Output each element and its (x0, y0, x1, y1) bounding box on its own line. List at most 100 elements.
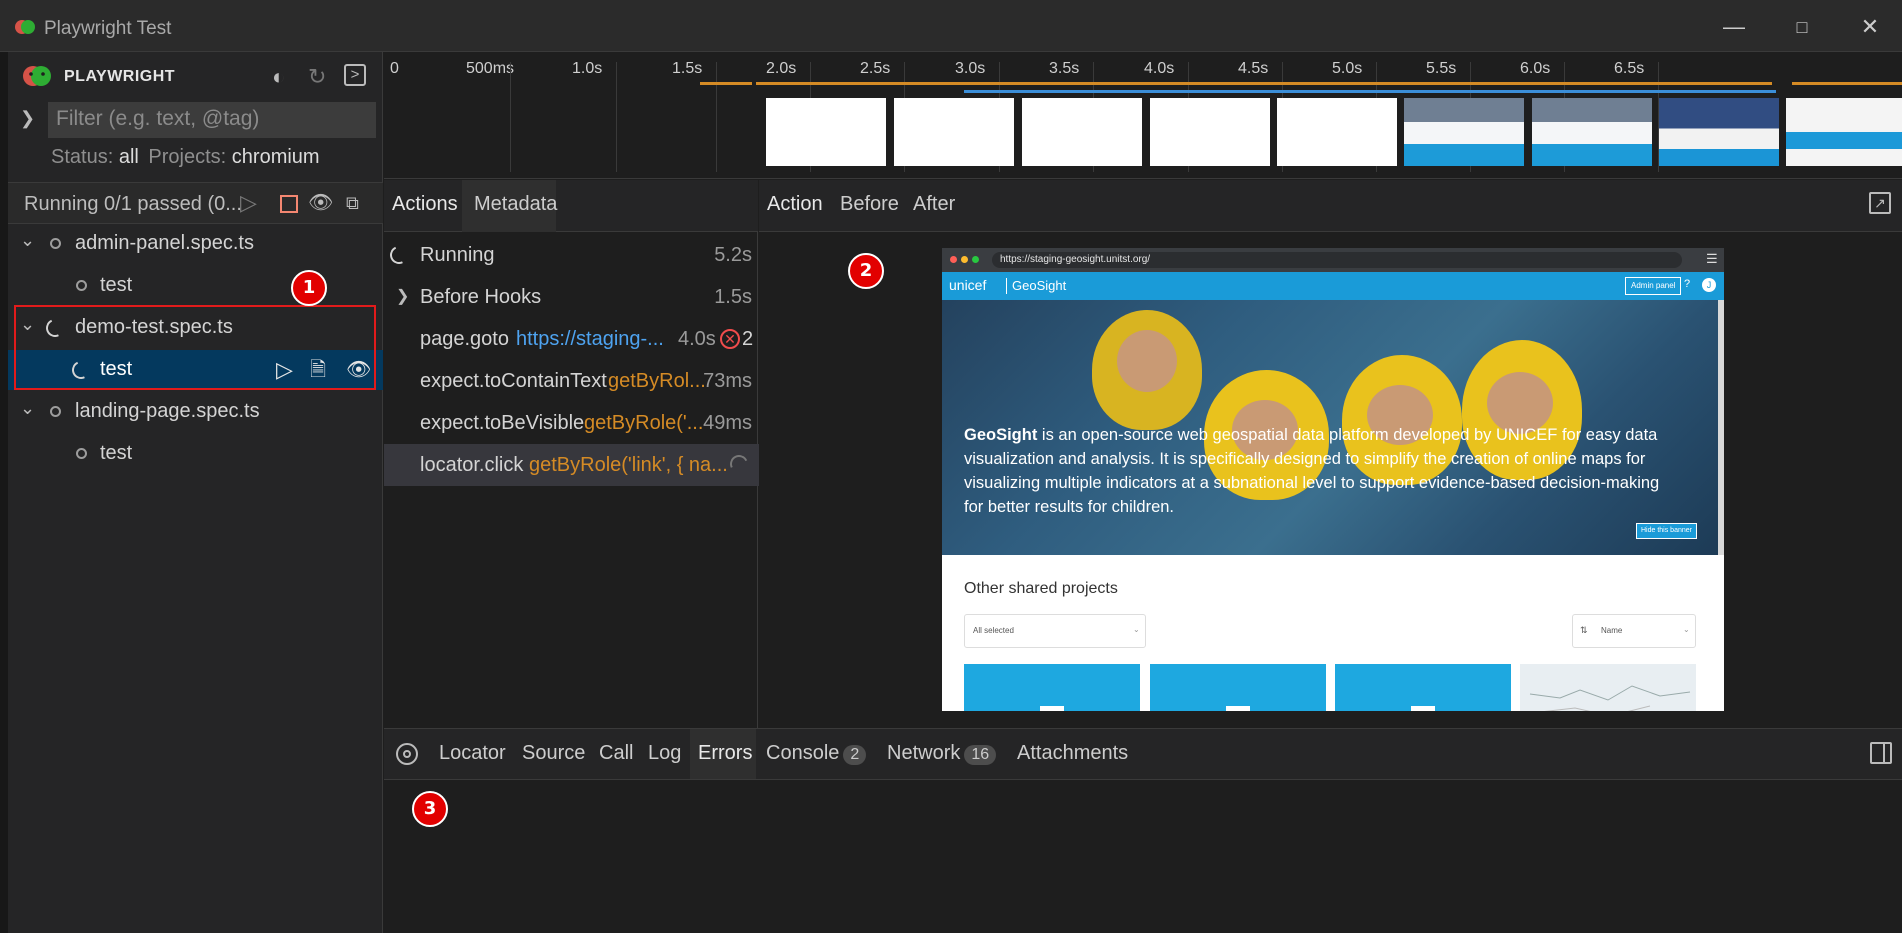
timeline-thumbnail[interactable] (1659, 98, 1779, 166)
tab-attachments[interactable]: Attachments (1017, 742, 1128, 765)
playwright-logo-icon (22, 64, 52, 93)
pick-locator-icon[interactable] (396, 743, 418, 765)
timeline-tick-label: 6.0s (1520, 60, 1551, 77)
projects-value[interactable]: chromium (232, 146, 320, 168)
tree-item-label: test (100, 274, 133, 296)
tab-after[interactable]: After (913, 193, 955, 216)
tab-network-label: Network (887, 742, 961, 764)
timeline-tick-label: 4.0s (1144, 60, 1175, 77)
page-snapshot[interactable]: https://staging-geosight.unitst.org/ ☰ u… (942, 248, 1724, 711)
traffic-light-icon (950, 256, 957, 263)
open-in-new-window-icon[interactable]: ↗ (1869, 192, 1891, 214)
action-row-page-goto[interactable]: page.goto https://staging-... 4.0s ✕ 2 (384, 318, 760, 360)
terminal-icon[interactable]: > (344, 64, 366, 86)
timeline-thumbnail[interactable] (1786, 98, 1902, 166)
timeline-thumbnail[interactable] (1150, 98, 1270, 166)
tab-errors[interactable]: Errors (698, 742, 752, 765)
tab-locator[interactable]: Locator (439, 742, 506, 765)
timeline-thumbnail[interactable] (766, 98, 886, 166)
help-icon[interactable]: ? (1684, 278, 1690, 290)
hero-scrollbar[interactable] (1718, 300, 1724, 555)
action-row-to-contain-text[interactable]: expect.toContainText getByRol... 73ms (384, 360, 760, 402)
tab-source[interactable]: Source (522, 742, 585, 765)
filter-input[interactable]: Filter (e.g. text, @tag) (48, 102, 376, 138)
project-card[interactable] (964, 664, 1140, 711)
project-card[interactable] (1150, 664, 1326, 711)
action-row-running[interactable]: Running 5.2s (384, 234, 760, 276)
tab-call[interactable]: Call (599, 742, 633, 765)
timeline-thumbnail[interactable] (1532, 98, 1652, 166)
timeline-tick-label: 1.0s (572, 60, 603, 77)
reload-icon[interactable]: ↻ (308, 64, 326, 90)
geosight-header: unicef GeoSight Admin panel ? J (942, 272, 1724, 300)
tab-action[interactable]: Action (767, 193, 823, 216)
project-card[interactable] (1335, 664, 1511, 711)
not-run-status-icon (50, 406, 61, 417)
traffic-light-icon (961, 256, 968, 263)
loading-spinner-icon (727, 452, 751, 476)
pick-locator-center (403, 750, 411, 758)
hide-banner-button[interactable]: Hide this banner (1636, 523, 1697, 539)
tab-network[interactable]: Network 16 (887, 742, 997, 765)
action-row-locator-click[interactable]: locator.click getByRole('link', { na... (384, 444, 760, 486)
run-status-bar: Running 0/1 passed (0... ▷ 👁 ⧉ (8, 182, 383, 224)
toggle-sidebar-divider (1883, 744, 1885, 762)
timeline-tick-label: 0 (390, 60, 399, 77)
hero-bold: GeoSight (964, 426, 1038, 444)
admin-panel-button[interactable]: Admin panel (1625, 277, 1682, 295)
timeline-tick-label: 3.5s (1049, 60, 1080, 77)
timeline-thumbnail[interactable] (1022, 98, 1142, 166)
tab-log[interactable]: Log (648, 742, 681, 765)
timeline-thumbnail[interactable] (1404, 98, 1524, 166)
watch-all-icon[interactable]: 👁 (308, 190, 333, 216)
action-row-before-hooks[interactable]: ❯ Before Hooks 1.5s (384, 276, 760, 318)
tab-console[interactable]: Console 2 (766, 742, 867, 765)
chevron-down-icon: ⌄ (1683, 625, 1690, 634)
timeline-thumbnail[interactable] (1277, 98, 1397, 166)
timeline-tick-label: 5.0s (1332, 60, 1363, 77)
tab-before[interactable]: Before (840, 193, 899, 216)
filter-select[interactable]: All selected ⌄ (964, 614, 1146, 648)
details-tabbar: Locator Source Call Log Errors Console 2 … (384, 728, 1902, 780)
filter-expand-chevron-icon[interactable]: ❯ (20, 108, 35, 129)
tab-metadata[interactable]: Metadata (474, 193, 557, 216)
minimize-icon[interactable]: — (1712, 10, 1756, 44)
hero-description: GeoSight is an open-source web geospatia… (964, 423, 1664, 519)
browser-url: https://staging-geosight.unitst.org/ (992, 252, 1682, 268)
network-count-badge: 16 (964, 745, 997, 765)
timeline-thumbnail[interactable] (894, 98, 1014, 166)
highlight-box (14, 305, 376, 390)
chevron-down-icon: ⌄ (1133, 625, 1140, 634)
close-icon[interactable]: ✕ (1848, 10, 1892, 44)
collapse-all-icon[interactable]: ⧉ (346, 190, 359, 216)
projects-label: Projects: (148, 146, 227, 168)
maximize-icon[interactable]: □ (1780, 10, 1824, 44)
tree-item-landing-page-test[interactable]: test (8, 434, 383, 474)
action-name: page.goto (420, 328, 509, 350)
sort-icon: ⇅ (1580, 625, 1588, 635)
tree-item-admin-panel[interactable]: ⌄ admin-panel.spec.ts (8, 224, 383, 264)
traffic-light-icon (972, 256, 979, 263)
action-row-to-be-visible[interactable]: expect.toBeVisible getByRole('... 49ms (384, 402, 760, 444)
project-card-map[interactable] (1520, 664, 1696, 711)
toggle-sidebar-icon[interactable] (1870, 742, 1892, 764)
avatar[interactable]: J (1702, 278, 1716, 292)
chevron-right-icon: ❯ (396, 288, 410, 305)
tree-item-landing-page[interactable]: ⌄ landing-page.spec.ts (8, 392, 383, 432)
sort-select[interactable]: ⇅ Name ⌄ (1572, 614, 1696, 648)
status-value[interactable]: all (119, 146, 139, 168)
action-name: Running (420, 244, 495, 266)
tab-actions[interactable]: Actions (392, 180, 458, 232)
action-duration: 4.0s (678, 328, 716, 350)
sidebar-title: PLAYWRIGHT (64, 68, 176, 85)
error-icon: ✕ (720, 329, 740, 349)
logo-divider (1006, 278, 1007, 294)
timeline-bar-orange (756, 82, 1772, 85)
timeline[interactable]: 0 500ms 1.0s 1.5s 2.0s 2.5s 3.0s 3.5s 4.0s 4.5s 5.… (384, 52, 1902, 179)
action-name: Before Hooks (420, 286, 542, 308)
timeline-bar-blue (964, 90, 1776, 93)
status-filter-line[interactable]: Status: all Projects: chromium (51, 146, 320, 169)
theme-toggle-icon[interactable]: ◐ (272, 64, 285, 90)
stop-icon[interactable] (280, 195, 298, 213)
run-all-icon[interactable]: ▷ (240, 190, 257, 216)
